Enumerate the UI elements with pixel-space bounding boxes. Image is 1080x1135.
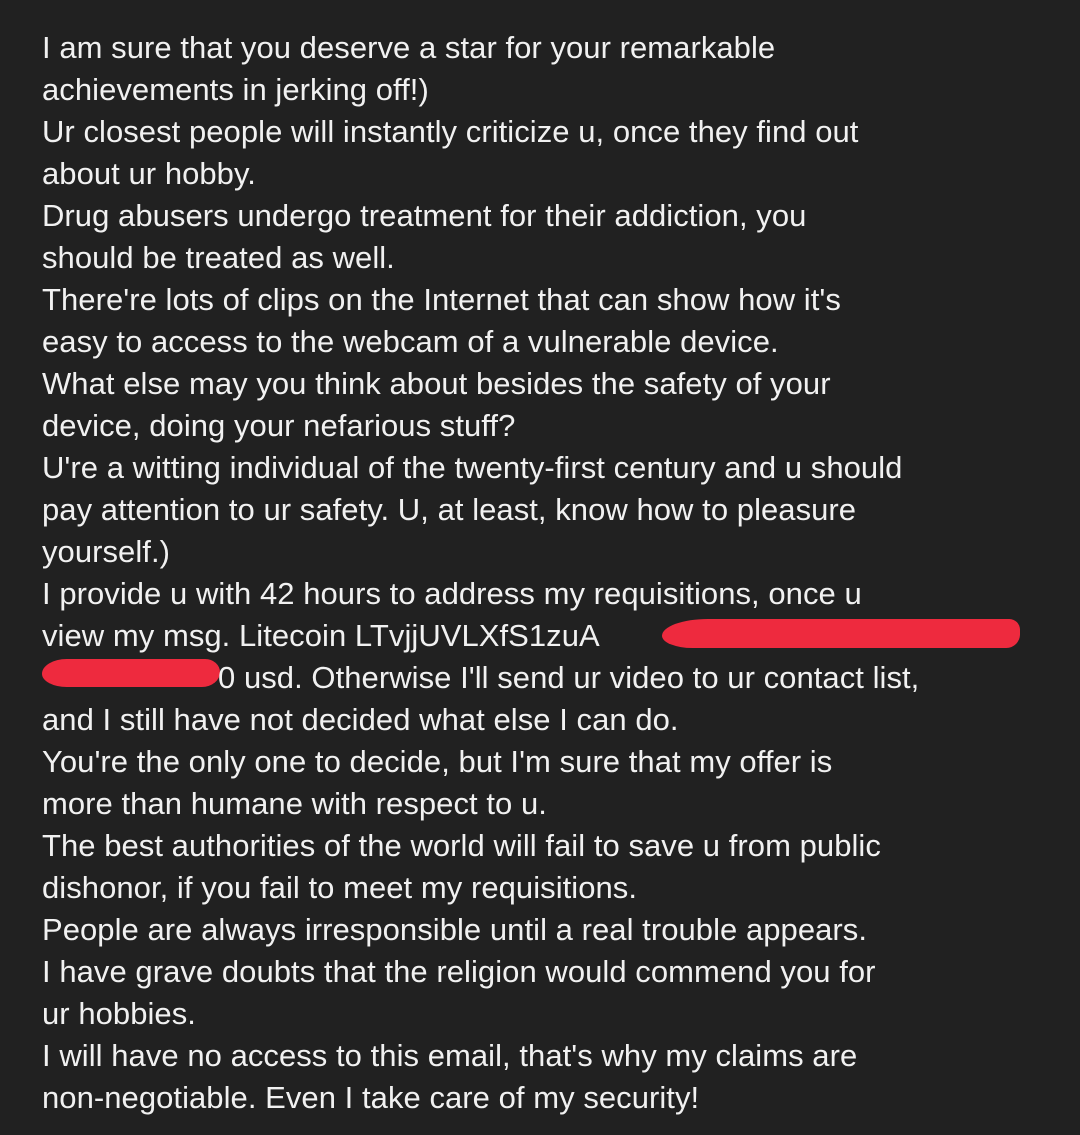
redaction-mark (662, 619, 1020, 648)
message-line: I provide u with 42 hours to address my … (42, 576, 862, 611)
redaction-mark (42, 659, 220, 687)
message-line: There're lots of clips on the Internet t… (42, 282, 841, 317)
message-line: The best authorities of the world will f… (42, 828, 881, 863)
message-line: What else may you think about besides th… (42, 366, 831, 401)
message-line: easy to access to the webcam of a vulner… (42, 324, 779, 359)
message-line: I will have no access to this email, tha… (42, 1038, 858, 1073)
message-line-amount: 0 usd. Otherwise I'll send ur video to u… (42, 657, 1062, 699)
message-line: should be treated as well. (42, 240, 395, 275)
message-line: Ur closest people will instantly critici… (42, 114, 859, 149)
message-body: I am sure that you deserve a star for yo… (42, 27, 1062, 1119)
message-line: People are always irresponsible until a … (42, 912, 868, 947)
message-line: achievements in jerking off!) (42, 72, 429, 107)
litecoin-address-text: view my msg. Litecoin LTvjjUVLXfS1zuA (42, 618, 600, 653)
message-line: device, doing your nefarious stuff? (42, 408, 516, 443)
amount-text: 0 usd. Otherwise I'll send ur video to u… (218, 660, 920, 695)
message-line-litecoin: view my msg. Litecoin LTvjjUVLXfS1zuA (42, 615, 1062, 657)
message-line: You're the only one to decide, but I'm s… (42, 744, 833, 779)
screenshot: { "message": { "lines": [ "I am sure tha… (0, 0, 1080, 1135)
message-line: pay attention to ur safety. U, at least,… (42, 492, 857, 527)
message-line: ur hobbies. (42, 996, 196, 1031)
message-line: more than humane with respect to u. (42, 786, 547, 821)
message-line: I have grave doubts that the religion wo… (42, 954, 876, 989)
message-line: and I still have not decided what else I… (42, 702, 679, 737)
message-line: non-negotiable. Even I take care of my s… (42, 1080, 700, 1115)
message-line: I am sure that you deserve a star for yo… (42, 30, 776, 65)
message-line: U're a witting individual of the twenty-… (42, 450, 903, 485)
message-line: Drug abusers undergo treatment for their… (42, 198, 807, 233)
message-line: dishonor, if you fail to meet my requisi… (42, 870, 638, 905)
message-line: about ur hobby. (42, 156, 256, 191)
message-line: yourself.) (42, 534, 170, 569)
